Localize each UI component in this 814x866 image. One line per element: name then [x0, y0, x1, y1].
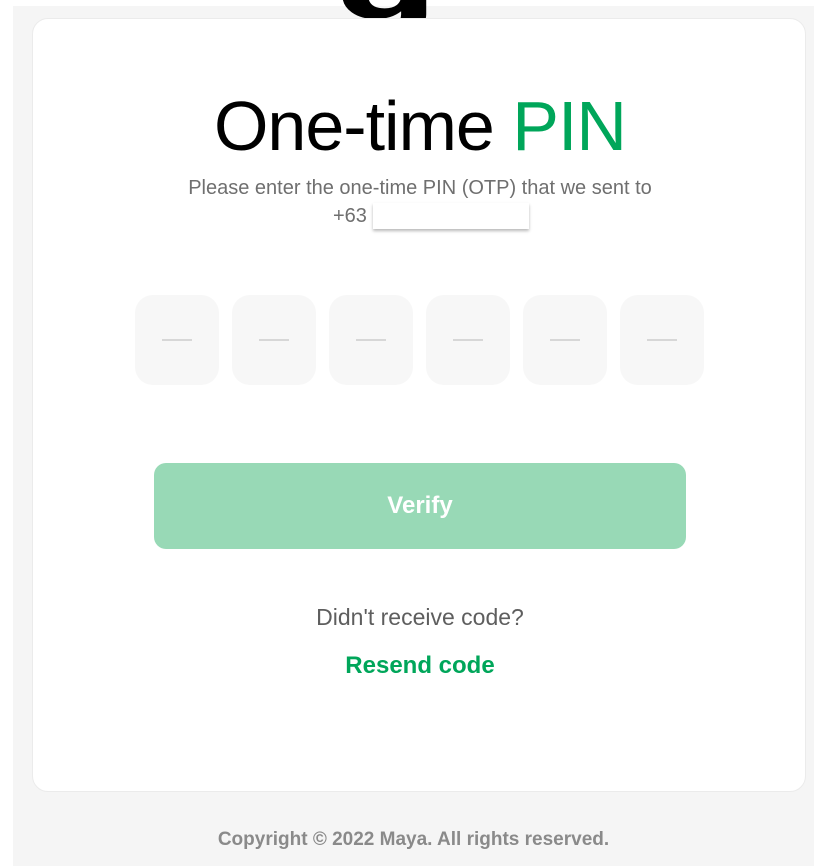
phone-number: +63 [333, 202, 529, 230]
verify-button[interactable]: Verify [154, 463, 686, 549]
pin-digit-1[interactable] [135, 295, 219, 385]
otp-card: One-time PIN Please enter the one-time P… [32, 18, 806, 792]
phone-prefix: +63 [333, 204, 367, 227]
copyright-text: Copyright © 2022 Maya. All rights reserv… [217, 829, 610, 850]
title-accent: PIN [512, 87, 627, 165]
pin-placeholder-dash [647, 339, 677, 341]
pin-placeholder-dash [453, 339, 483, 341]
pin-digit-2[interactable] [232, 295, 316, 385]
didnt-receive-text: Didn't receive code? [316, 604, 524, 630]
pin-digit-4[interactable] [426, 295, 510, 385]
phone-redaction [372, 203, 529, 229]
resend-code-link[interactable]: Resend code [33, 652, 807, 680]
pin-placeholder-dash [259, 339, 289, 341]
title-main: One-time [213, 87, 513, 165]
pin-placeholder-dash [356, 339, 386, 341]
pin-placeholder-dash [550, 339, 580, 341]
pin-digit-6[interactable] [620, 295, 704, 385]
pin-input-group [135, 295, 704, 385]
instruction-text: Please enter the one-time PIN (OTP) that… [188, 177, 652, 199]
page-title: One-time PIN [33, 91, 807, 161]
pin-digit-5[interactable] [523, 295, 607, 385]
pin-placeholder-dash [162, 339, 192, 341]
pin-digit-3[interactable] [329, 295, 413, 385]
